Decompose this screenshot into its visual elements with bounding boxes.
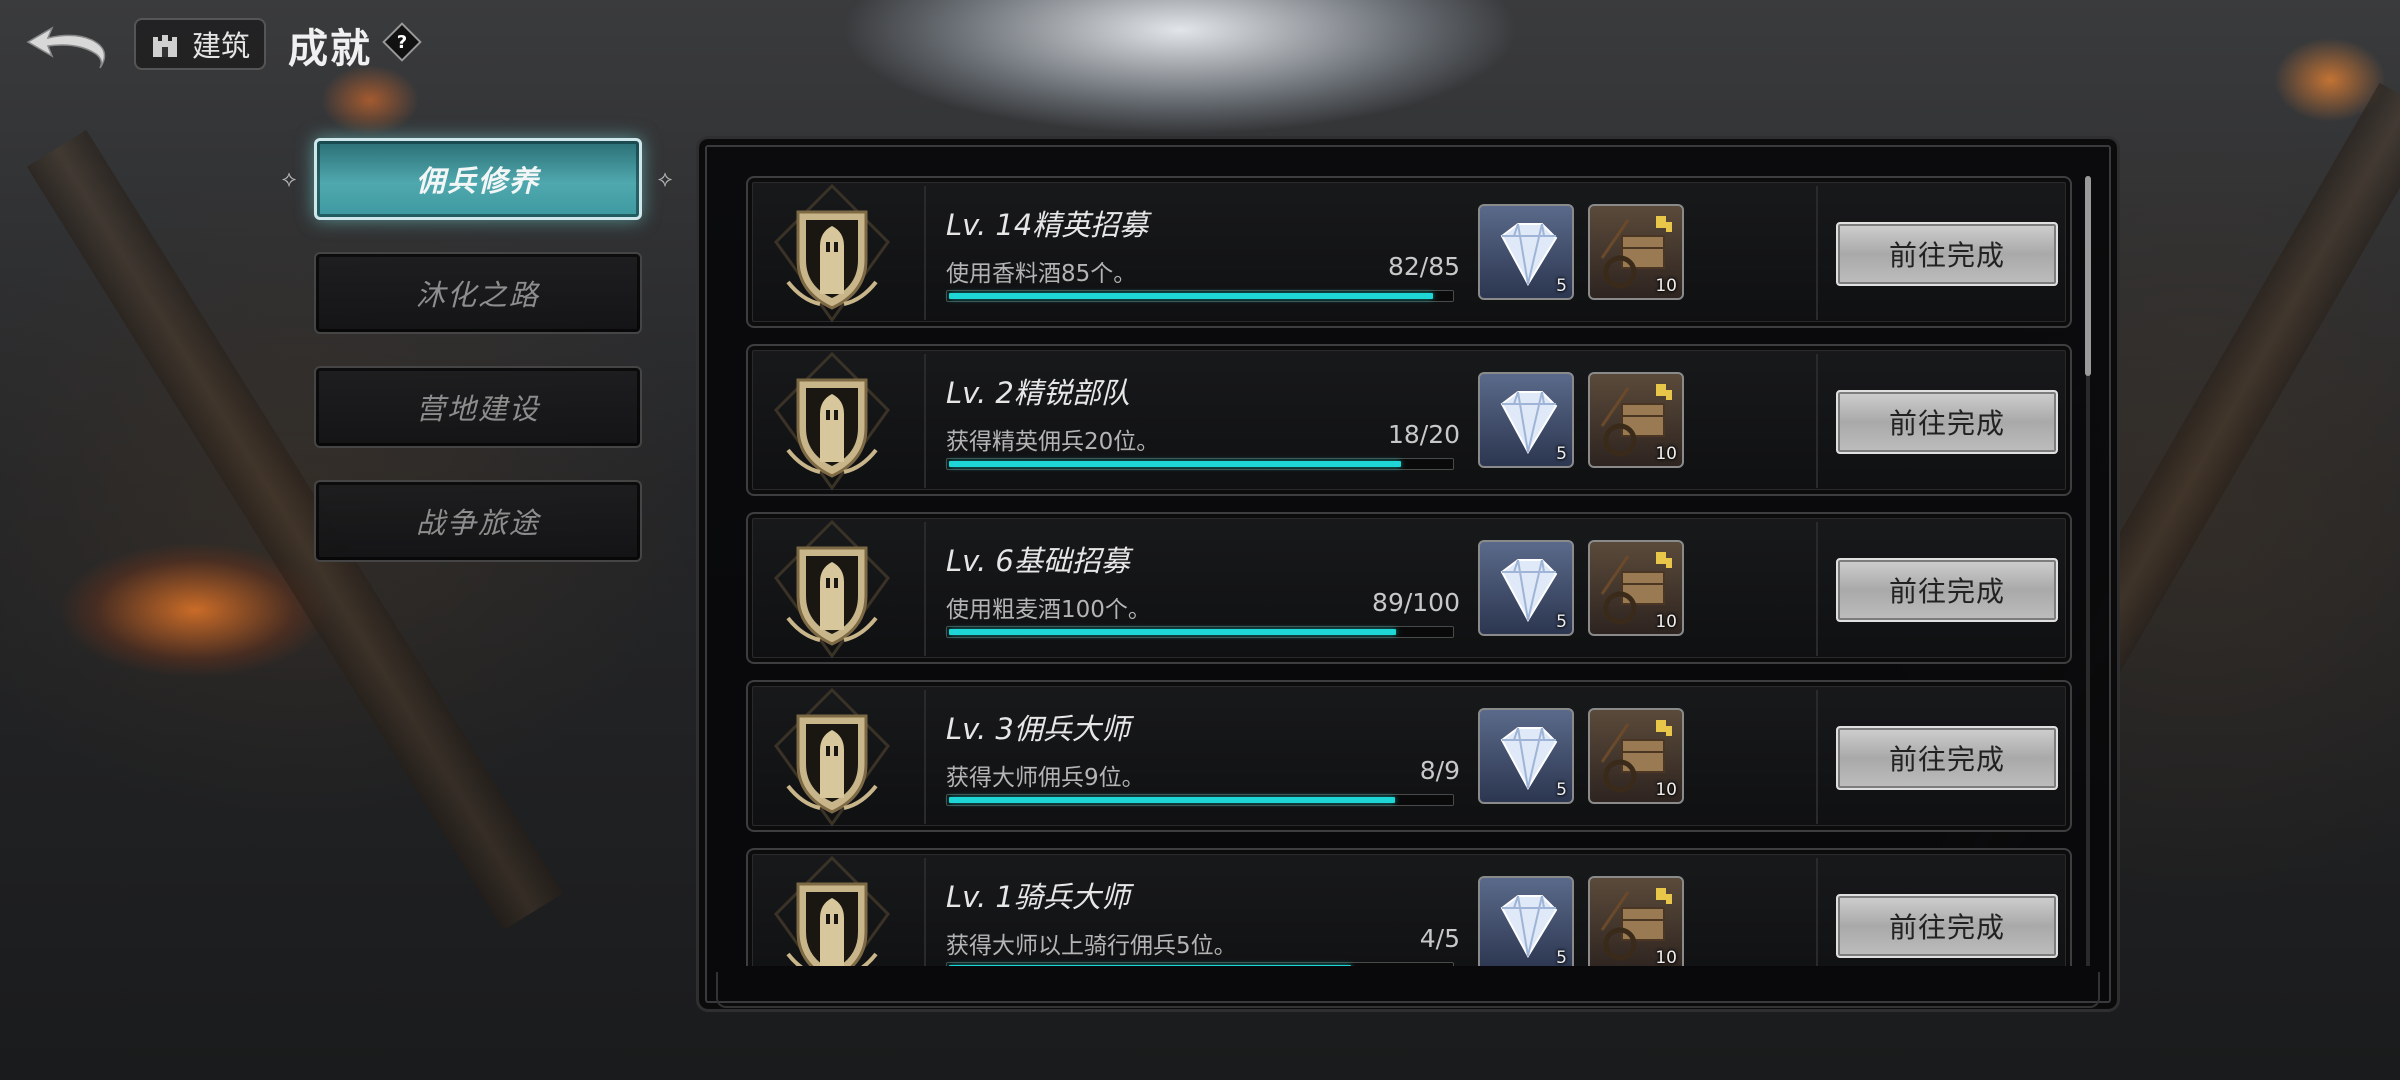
reward-count: 5 — [1556, 276, 1567, 296]
reward-slot[interactable]: 5 — [1478, 708, 1574, 804]
progress-fill — [949, 461, 1401, 467]
achievement-card: Lv. 2精锐部队 获得精英佣兵20位。 18/20 5 10 前往完成 — [746, 344, 2072, 496]
knight-emblem-icon — [774, 183, 890, 323]
tab-mercenary-cultivation[interactable]: 佣兵修养 — [314, 138, 642, 220]
achievement-description: 获得大师以上骑行佣兵5位。 — [946, 933, 1237, 959]
diamond-icon — [1500, 895, 1558, 959]
help-label: ? — [396, 31, 408, 53]
reward-count: 10 — [1655, 276, 1677, 296]
card-divider — [1816, 858, 1818, 966]
reward-count: 10 — [1655, 948, 1677, 966]
reward-count: 10 — [1655, 444, 1677, 464]
progress-bar — [946, 626, 1454, 638]
card-divider — [924, 186, 926, 320]
achievement-description: 使用粗麦酒100个。 — [946, 597, 1151, 623]
knight-emblem-icon — [774, 687, 890, 827]
card-divider — [924, 858, 926, 966]
progress-fill — [949, 293, 1433, 299]
back-arrow-icon — [26, 26, 106, 69]
achievement-description: 获得大师佣兵9位。 — [946, 765, 1145, 791]
tab-war-journey[interactable]: 战争旅途 — [314, 480, 642, 562]
card-divider — [924, 690, 926, 824]
reward-slot[interactable]: 10 — [1588, 708, 1684, 804]
tab-label: 营地建设 — [415, 392, 540, 426]
reward-slot[interactable]: 10 — [1588, 876, 1684, 966]
reward-count: 5 — [1556, 948, 1567, 966]
card-divider — [924, 522, 926, 656]
diamond-icon — [1500, 727, 1558, 791]
progress-count: 18/20 — [1387, 420, 1460, 449]
reward-slot[interactable]: 5 — [1478, 204, 1574, 300]
scrollbar-thumb[interactable] — [2085, 176, 2091, 376]
building-label: 建筑 — [192, 29, 251, 63]
achievement-list[interactable]: Lv. 14精英招募 使用香料酒85个。 82/85 5 10 前往完成 Lv.… — [746, 176, 2072, 966]
tab-left-ornament-icon: ⟡ — [281, 166, 297, 192]
reward-count: 10 — [1655, 612, 1677, 632]
reward-slot[interactable]: 5 — [1478, 876, 1574, 966]
progress-count: 89/100 — [1372, 588, 1460, 617]
card-divider — [1816, 354, 1818, 488]
achievement-title: Lv. 2精锐部队 — [946, 376, 1130, 410]
achievement-description: 使用香料酒85个。 — [946, 261, 1137, 287]
reward-slot[interactable]: 5 — [1478, 372, 1574, 468]
card-divider — [1816, 690, 1818, 824]
progress-fill — [949, 629, 1396, 635]
progress-bar — [946, 794, 1454, 806]
go-complete-button[interactable]: 前往完成 — [1836, 558, 2058, 622]
back-button[interactable] — [20, 18, 112, 74]
castle-icon — [153, 35, 177, 57]
reward-slot[interactable]: 10 — [1588, 540, 1684, 636]
progress-count: 4/5 — [1419, 924, 1460, 953]
help-icon[interactable]: ? — [386, 26, 418, 58]
go-complete-button[interactable]: 前往完成 — [1836, 390, 2058, 454]
progress-bar — [946, 458, 1454, 470]
card-divider — [1816, 522, 1818, 656]
building-button[interactable]: 建筑 — [134, 18, 266, 70]
achievement-title: Lv. 1骑兵大师 — [946, 880, 1130, 914]
reward-slot[interactable]: 10 — [1588, 204, 1684, 300]
achievement-card: Lv. 3佣兵大师 获得大师佣兵9位。 8/9 5 10 前往完成 — [746, 680, 2072, 832]
achievement-title: Lv. 6基础招募 — [946, 544, 1130, 578]
knight-emblem-icon — [774, 519, 890, 659]
tab-label: 佣兵修养 — [415, 164, 540, 198]
diamond-icon — [1500, 223, 1558, 287]
tab-road[interactable]: 沐化之路 — [314, 252, 642, 334]
progress-count: 82/85 — [1387, 252, 1460, 281]
achievement-card: Lv. 1骑兵大师 获得大师以上骑行佣兵5位。 4/5 5 10 前往完成 — [746, 848, 2072, 966]
reward-count: 5 — [1556, 444, 1567, 464]
tab-label: 沐化之路 — [415, 278, 540, 312]
achievement-card: Lv. 6基础招募 使用粗麦酒100个。 89/100 5 10 前往完成 — [746, 512, 2072, 664]
reward-count: 5 — [1556, 780, 1567, 800]
reward-slot[interactable]: 5 — [1478, 540, 1574, 636]
achievement-title: Lv. 14精英招募 — [946, 208, 1149, 242]
knight-emblem-icon — [774, 855, 890, 966]
progress-count: 8/9 — [1419, 756, 1460, 785]
diamond-icon — [1500, 391, 1558, 455]
reward-slot[interactable]: 10 — [1588, 372, 1684, 468]
reward-count: 5 — [1556, 612, 1567, 632]
progress-fill — [949, 965, 1351, 966]
page-title: 成就 — [288, 26, 372, 72]
progress-bar — [946, 962, 1454, 966]
diamond-icon — [1500, 559, 1558, 623]
progress-bar — [946, 290, 1454, 302]
tab-label: 战争旅途 — [415, 506, 540, 540]
achievement-description: 获得精英佣兵20位。 — [946, 429, 1160, 455]
panel-bottom-frame — [716, 972, 2100, 1008]
go-complete-button[interactable]: 前往完成 — [1836, 222, 2058, 286]
reward-count: 10 — [1655, 780, 1677, 800]
go-complete-button[interactable]: 前往完成 — [1836, 894, 2058, 958]
tab-camp-building[interactable]: 营地建设 — [314, 366, 642, 448]
progress-fill — [949, 797, 1395, 803]
knight-emblem-icon — [774, 351, 890, 491]
tab-right-ornament-icon: ⟡ — [657, 166, 673, 192]
achievement-card: Lv. 14精英招募 使用香料酒85个。 82/85 5 10 前往完成 — [746, 176, 2072, 328]
go-complete-button[interactable]: 前往完成 — [1836, 726, 2058, 790]
card-divider — [1816, 186, 1818, 320]
achievement-title: Lv. 3佣兵大师 — [946, 712, 1130, 746]
card-divider — [924, 354, 926, 488]
